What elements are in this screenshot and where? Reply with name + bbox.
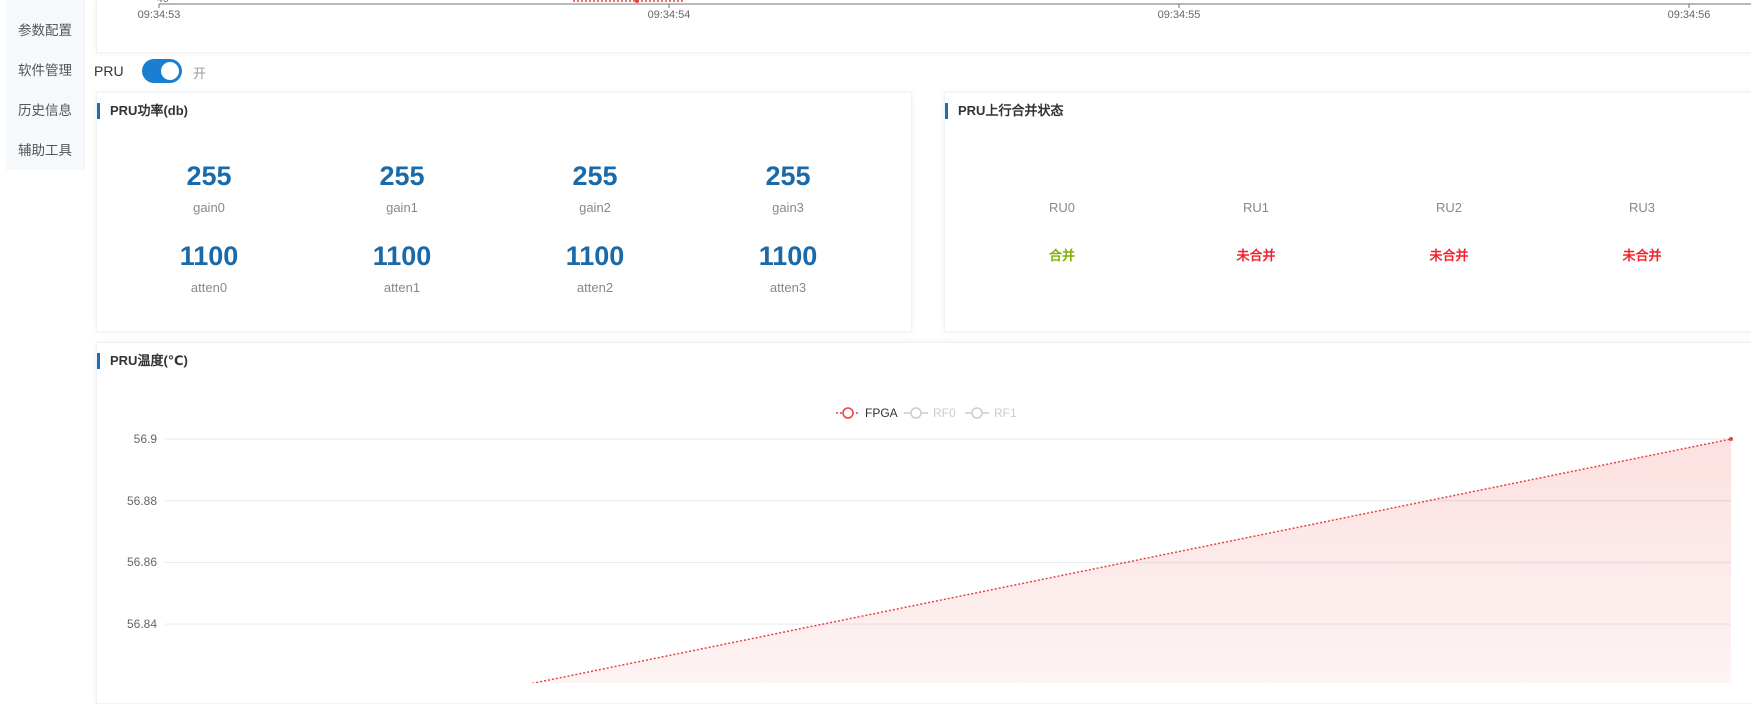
sidebar-item-history-info[interactable]: 历史信息 bbox=[6, 99, 84, 119]
gain-value: 255 bbox=[765, 161, 811, 191]
ru-label: RU2 bbox=[1435, 200, 1462, 215]
card-title: PRU上行合并状态 bbox=[945, 103, 1063, 119]
atten-value: 1100 bbox=[179, 241, 239, 271]
pru-switch-label: PRU bbox=[94, 63, 124, 79]
xtick-label: 09:34:54 bbox=[647, 9, 691, 21]
sidebar-item-software-management[interactable]: 软件管理 bbox=[6, 59, 84, 79]
gain-label: gain2 bbox=[579, 200, 611, 215]
card-title: PRU功率(db) bbox=[97, 103, 188, 119]
atten-value: 1100 bbox=[372, 241, 432, 271]
gain-label: gain1 bbox=[386, 200, 418, 215]
atten-label: atten3 bbox=[769, 280, 807, 295]
pru-temp-card: PRU温度(℃) FPGA RF0 RF1 56.9 56.88 56.86 5… bbox=[96, 342, 1751, 704]
atten-label: atten2 bbox=[576, 280, 614, 295]
pru-power-card: PRU功率(db) 255 gain0 255 gain1 255 gain2 … bbox=[96, 92, 912, 332]
xtick-label: 09:34:53 bbox=[137, 9, 181, 21]
sidebar-item-param-config[interactable]: 参数配置 bbox=[6, 19, 84, 39]
atten-label: atten1 bbox=[383, 280, 421, 295]
merge-status: 未合并 bbox=[1622, 248, 1662, 263]
toggle-knob bbox=[161, 62, 179, 80]
top-chart-axis bbox=[158, 0, 1751, 8]
pru-merge-card: PRU上行合并状态 RU0 合并 RU1 未合并 RU2 未合并 RU3 未合并 bbox=[944, 92, 1751, 332]
ru-label: RU3 bbox=[1628, 200, 1655, 215]
sidebar: 参数配置 软件管理 历史信息 辅助工具 bbox=[6, 0, 85, 170]
ru-label: RU0 bbox=[1048, 200, 1075, 215]
merge-status: 未合并 bbox=[1236, 248, 1276, 263]
sidebar-item-aux-tools[interactable]: 辅助工具 bbox=[6, 139, 84, 159]
gain-value: 255 bbox=[572, 161, 618, 191]
gain-label: gain0 bbox=[193, 200, 225, 215]
gain-label: gain3 bbox=[772, 200, 804, 215]
fpga-data-point bbox=[1729, 437, 1733, 441]
top-chart-ytick-cut: 49 bbox=[139, 0, 169, 5]
gain-value: 255 bbox=[379, 161, 425, 191]
gain-value: 255 bbox=[186, 161, 232, 191]
xtick-label: 09:34:55 bbox=[1157, 9, 1201, 21]
fpga-series-area bbox=[520, 439, 1731, 683]
pru-toggle-switch[interactable] bbox=[142, 59, 182, 83]
top-chart-card: 49 09:34:53 09:34:54 09:34:55 09:34:56 bbox=[96, 0, 1751, 53]
atten-value: 1100 bbox=[565, 241, 625, 271]
merge-status: 未合并 bbox=[1429, 248, 1469, 263]
pru-switch-state: 开 bbox=[193, 66, 207, 81]
xtick-label: 09:34:56 bbox=[1667, 9, 1711, 21]
ru-label: RU1 bbox=[1242, 200, 1269, 215]
atten-value: 1100 bbox=[758, 241, 818, 271]
merge-status: 合并 bbox=[1048, 248, 1075, 263]
atten-label: atten0 bbox=[190, 280, 228, 295]
temp-chart-plot bbox=[165, 437, 1733, 683]
